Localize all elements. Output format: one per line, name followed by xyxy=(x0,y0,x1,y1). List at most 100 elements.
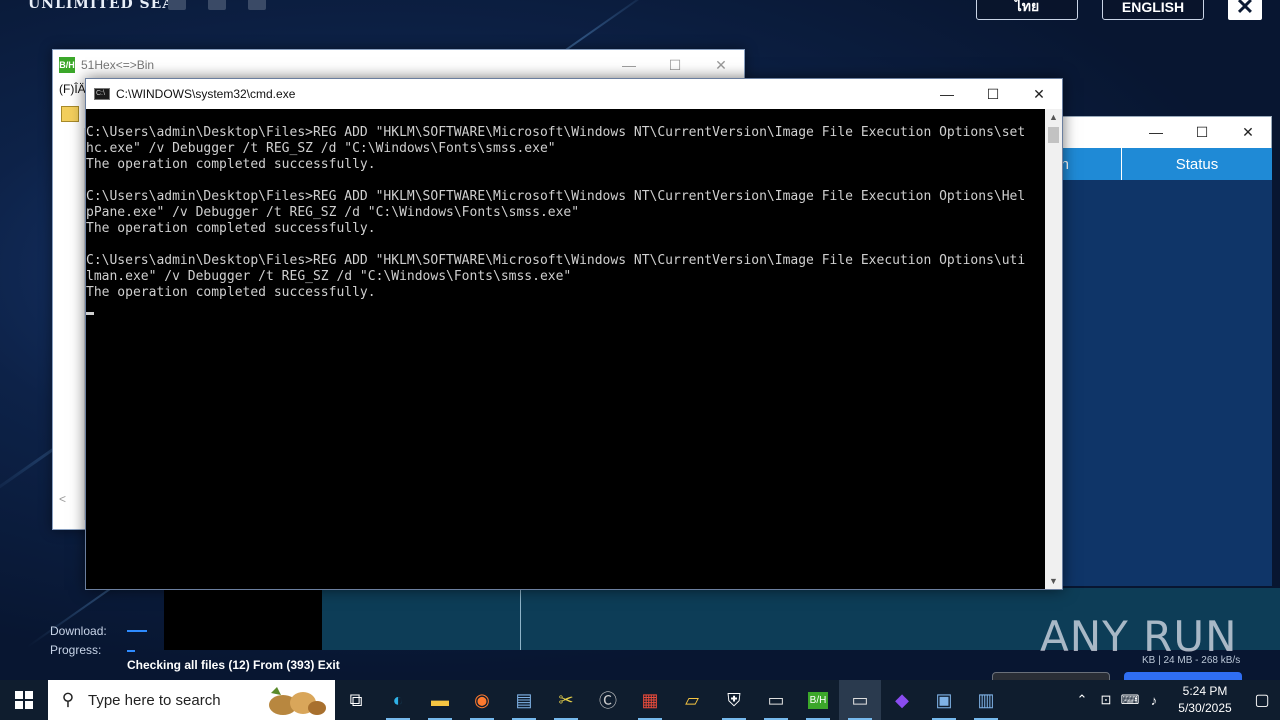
cmd-output-line xyxy=(86,301,1046,317)
cmd-output-line: pPane.exe" /v Debugger /t REG_SZ /d "C:\… xyxy=(86,205,580,220)
cmd-output-line: C:\Users\admin\Desktop\Files>REG ADD "HK… xyxy=(86,253,1026,268)
minimize-button[interactable]: — xyxy=(924,79,970,109)
hex-window-title: 51Hex<=>Bin xyxy=(81,58,155,72)
network-icon[interactable]: ⊡ xyxy=(1094,680,1118,720)
search-placeholder: Type here to search xyxy=(88,691,221,709)
hex-file-menu[interactable]: (F)ÎÄ xyxy=(59,82,86,96)
tools-glyph: ✂ xyxy=(558,689,574,710)
firefox-glyph: ◉ xyxy=(474,689,490,710)
keyboard-icon[interactable]: ⌨ xyxy=(1118,680,1142,720)
cmd-scrollbar[interactable]: ▲ ▼ xyxy=(1045,109,1062,589)
edge-glyph: ◐ xyxy=(392,689,404,710)
start-button[interactable] xyxy=(0,680,48,720)
taskbar-firefox-icon[interactable]: ◉ xyxy=(461,680,503,720)
close-button[interactable]: ✕ xyxy=(1016,79,1062,109)
hex-window-titlebar[interactable]: B/H 51Hex<=>Bin — ☐ ✕ xyxy=(53,50,744,80)
cmd-output-line xyxy=(86,173,1046,189)
status-window-controls: — ☐ ✕ xyxy=(1133,117,1271,147)
launcher-status-text: Checking all files (12) From (393) Exit xyxy=(127,658,340,672)
taskbar-search-box[interactable]: ⚲ Type here to search xyxy=(48,680,335,720)
cmd-output-line: C:\Users\admin\Desktop\Files>REG ADD "HK… xyxy=(86,125,1026,140)
scroll-down-arrow[interactable]: ▼ xyxy=(1045,573,1062,589)
taskbar-cmd-icon[interactable]: ▭ xyxy=(839,680,881,720)
notification-center-icon[interactable]: ▢ xyxy=(1244,680,1280,720)
cmd-output-line: hc.exe" /v Debugger /t REG_SZ /d "C:\Win… xyxy=(86,141,556,156)
cmd-window: C:\ C:\WINDOWS\system32\cmd.exe — ☐ ✕ C:… xyxy=(85,78,1063,590)
taskbar-notepad-icon[interactable]: ▤ xyxy=(503,680,545,720)
taskbar-clock[interactable]: 5:24 PM 5/30/2025 xyxy=(1166,683,1244,717)
clock-date: 5/30/2025 xyxy=(1178,701,1232,715)
panel-divider xyxy=(520,588,521,650)
taskbar-folder-icon[interactable]: ▱ xyxy=(671,680,713,720)
minimize-button[interactable]: — xyxy=(606,50,652,80)
taskbar-tools-icon[interactable]: ✂ xyxy=(545,680,587,720)
cmd-output-line: The operation completed successfully. xyxy=(86,221,376,236)
cmd-output-line: The operation completed successfully. xyxy=(86,157,376,172)
scroll-up-arrow[interactable]: ▲ xyxy=(1045,109,1062,125)
status-column-header[interactable]: Status xyxy=(1122,148,1272,180)
task-view-glyph: ⧉ xyxy=(349,689,363,710)
ccleaner-glyph: Ⓒ xyxy=(599,691,617,711)
taskbar-edge-icon[interactable]: ◐ xyxy=(377,680,419,720)
download-bar xyxy=(127,630,147,632)
maximize-button[interactable]: ☐ xyxy=(970,79,1016,109)
taskbar-security-icon[interactable]: ⛨ xyxy=(713,680,755,720)
hex-window-controls: — ☐ ✕ xyxy=(606,50,744,80)
open-folder-icon[interactable] xyxy=(61,106,79,122)
progress-bar xyxy=(127,650,135,652)
launcher-close-button[interactable]: ✕ xyxy=(1228,0,1262,20)
download-label: Download: xyxy=(50,624,107,638)
taskbar-ccleaner-icon[interactable]: Ⓒ xyxy=(587,680,629,720)
close-button[interactable]: ✕ xyxy=(1225,117,1271,147)
cmd-output-line: The operation completed successfully. xyxy=(86,285,376,300)
status-window: — ☐ ✕ n Status xyxy=(1040,116,1272,586)
anyrun-watermark: ANY RUN xyxy=(1040,612,1238,661)
download-speed-text: KB | 24 MB - 268 kB/s xyxy=(1142,655,1241,666)
cmd-window-title: C:\WINDOWS\system32\cmd.exe xyxy=(116,87,296,101)
taskbar-launcher-icon[interactable]: ▥ xyxy=(965,680,1007,720)
taskbar-file-explorer-icon[interactable]: ▬ xyxy=(419,680,461,720)
taskbar-installer-icon[interactable]: ▣ xyxy=(923,680,965,720)
taskbar-purple-app-icon[interactable]: ◆ xyxy=(881,680,923,720)
hexbin-glyph: B/H xyxy=(807,691,829,709)
file-explorer-glyph: ▬ xyxy=(431,689,449,710)
progress-label: Progress: xyxy=(50,643,102,657)
launcher-square-icon[interactable] xyxy=(168,0,186,10)
folder-glyph: ▱ xyxy=(685,689,699,710)
system-tray: ⌃ ⊡ ⌨ ♪ 5:24 PM 5/30/2025 ▢ xyxy=(1070,680,1280,720)
launcher-dark-panel xyxy=(164,588,322,650)
taskbar-hexbin-icon[interactable]: B/H xyxy=(797,680,839,720)
cmd-cursor xyxy=(86,312,94,315)
hex-text-area[interactable] xyxy=(53,128,85,520)
taskbar-terminal-icon[interactable]: ▭ xyxy=(755,680,797,720)
launcher-icon-row xyxy=(168,0,266,10)
clock-time: 5:24 PM xyxy=(1182,684,1228,698)
maximize-button[interactable]: ☐ xyxy=(652,50,698,80)
close-button[interactable]: ✕ xyxy=(698,50,744,80)
cmd-output-line xyxy=(86,237,1046,253)
volume-icon[interactable]: ♪ xyxy=(1142,680,1166,720)
thai-language-button[interactable]: ไทย xyxy=(976,0,1078,20)
security-glyph: ⛨ xyxy=(727,689,741,710)
english-language-button[interactable]: ENGLISH xyxy=(1102,0,1204,20)
scrollbar-thumb[interactable] xyxy=(1048,127,1059,143)
search-highlight-image xyxy=(269,687,326,715)
taskbar-task-view-icon[interactable]: ⧉ xyxy=(335,680,377,720)
launcher-plus-icon[interactable] xyxy=(248,0,266,10)
maximize-button[interactable]: ☐ xyxy=(1179,117,1225,147)
cmd-window-titlebar[interactable]: C:\ C:\WINDOWS\system32\cmd.exe — ☐ ✕ xyxy=(86,79,1062,109)
installer-glyph: ▣ xyxy=(935,689,953,710)
cmd-console-output[interactable]: C:\Users\admin\Desktop\Files>REG ADD "HK… xyxy=(86,109,1046,589)
taskbar-paint-icon[interactable]: ▦ xyxy=(629,680,671,720)
status-window-titlebar: — ☐ ✕ xyxy=(1041,117,1271,148)
cmd-window-controls: — ☐ ✕ xyxy=(924,79,1062,109)
show-hidden-icons-chevron-icon[interactable]: ⌃ xyxy=(1070,680,1094,720)
minimize-button[interactable]: — xyxy=(1133,117,1179,147)
cmd-glyph: ▭ xyxy=(851,689,869,710)
status-table-header: n Status xyxy=(1041,148,1272,180)
purple-app-glyph: ◆ xyxy=(895,689,909,710)
notepad-glyph: ▤ xyxy=(515,689,533,710)
launcher-glyph: ▥ xyxy=(977,689,995,710)
launcher-arrows-icon[interactable] xyxy=(208,0,226,10)
scroll-left-arrow[interactable]: < xyxy=(59,492,66,506)
